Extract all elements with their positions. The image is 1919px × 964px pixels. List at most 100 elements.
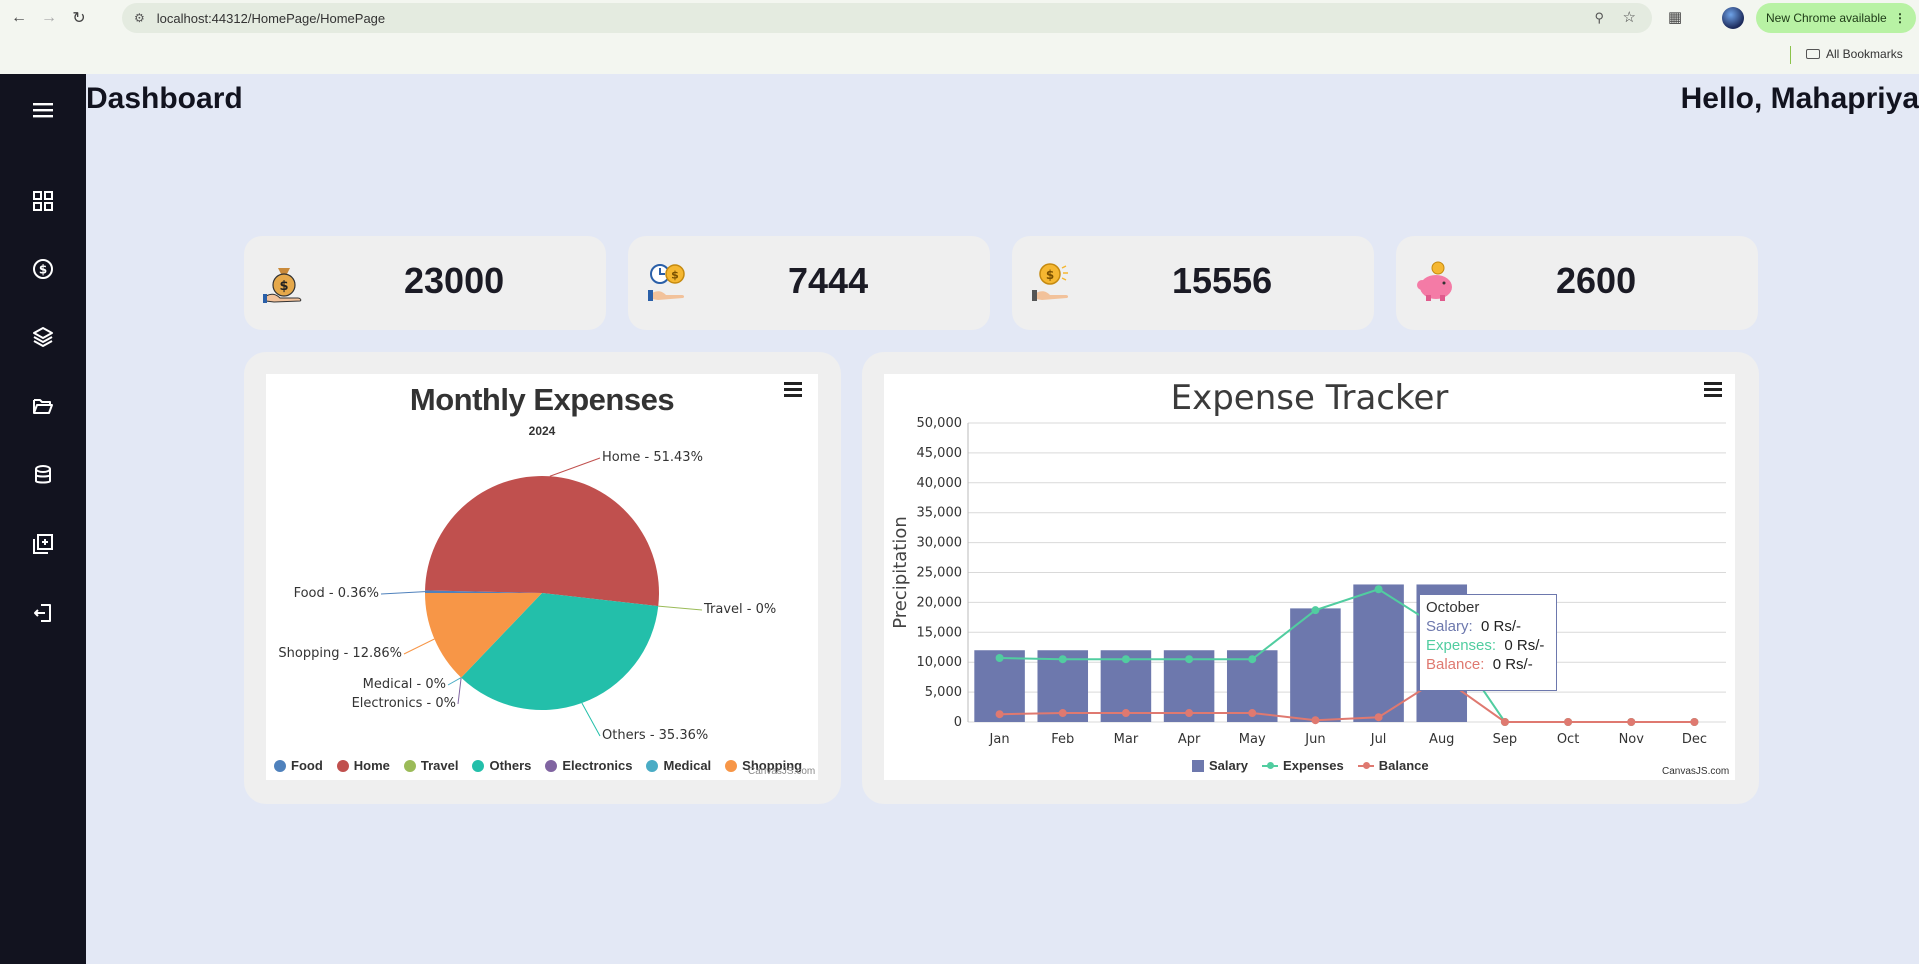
bookmarks-bar: All Bookmarks — [0, 36, 1919, 74]
site-info-icon[interactable]: ⚙ — [134, 11, 145, 25]
pie-chart-legend: Food Home Travel Others Electronics Medical Sh… — [274, 758, 816, 773]
pie-slice-home[interactable] — [425, 476, 659, 607]
legend-item-food[interactable]: Food — [274, 758, 323, 773]
logout-icon[interactable] — [28, 598, 58, 628]
pie-leader-line — [658, 605, 703, 611]
back-icon[interactable]: ← — [8, 7, 30, 29]
point-balance[interactable] — [1058, 709, 1067, 718]
point-balance[interactable] — [995, 710, 1004, 719]
legend-label: Travel — [420, 758, 459, 773]
point-balance[interactable] — [1690, 718, 1699, 726]
legend-marker — [403, 759, 416, 772]
legend-marker — [1357, 761, 1374, 769]
chrome-update-button[interactable]: New Chrome available ⋮ — [1756, 3, 1916, 33]
zoom-icon[interactable]: ⚲ — [1594, 10, 1604, 26]
add-document-icon[interactable] — [28, 529, 58, 559]
svg-text:$: $ — [671, 269, 679, 282]
x-tick-label: Dec — [1682, 732, 1707, 747]
x-tick-label: Sep — [1493, 732, 1518, 747]
x-tick-label: Jun — [1304, 732, 1325, 747]
point-balance[interactable] — [1627, 718, 1636, 726]
legend-marker — [472, 759, 485, 772]
tooltip-expenses-value: 0 Rs/- — [1504, 637, 1545, 654]
clock-coin-icon: $ — [648, 264, 685, 301]
y-tick-label: 40,000 — [917, 476, 963, 491]
browser-toolbar: ← → ↻ ⚙ localhost:44312/HomePage/HomePag… — [0, 0, 1919, 36]
point-expenses[interactable] — [1121, 655, 1130, 664]
forward-icon[interactable]: → — [38, 7, 60, 29]
point-expenses[interactable] — [995, 654, 1004, 663]
legend-item-travel[interactable]: Travel — [403, 758, 459, 773]
point-balance[interactable] — [1185, 709, 1194, 718]
legend-marker — [646, 759, 659, 772]
address-bar[interactable]: ⚙ localhost:44312/HomePage/HomePage ⚲ ☆ — [122, 3, 1652, 33]
point-balance[interactable] — [1311, 716, 1320, 725]
legend-item-electronics[interactable]: Electronics — [545, 758, 632, 773]
y-tick-label: 35,000 — [917, 506, 963, 521]
pie-label-electronics: Electronics - 0% — [351, 696, 456, 711]
point-expenses[interactable] — [1185, 655, 1194, 664]
tooltip-salary-value: 0 Rs/- — [1481, 618, 1522, 635]
x-tick-label: Nov — [1619, 732, 1645, 747]
more-menu-icon[interactable]: ⋮ — [1894, 11, 1906, 25]
dashboard-grid-icon[interactable] — [28, 186, 58, 216]
bookmarks-divider — [1790, 46, 1791, 64]
point-expenses[interactable] — [1248, 655, 1257, 664]
point-expenses[interactable] — [1374, 585, 1383, 594]
legend-item-expenses[interactable]: Expenses — [1262, 758, 1344, 773]
legend-marker — [725, 759, 738, 772]
point-balance[interactable] — [1248, 709, 1257, 718]
legend-marker — [545, 759, 558, 772]
legend-item-balance[interactable]: Balance — [1357, 758, 1429, 773]
pie-label-others: Others - 35.36% — [602, 728, 709, 743]
folder-open-icon[interactable] — [28, 391, 58, 421]
pie-label-medical: Medical - 0% — [362, 677, 446, 692]
chart-tooltip: October Salary: 0 Rs/- Expenses: 0 Rs/- … — [1419, 594, 1557, 691]
stat-card-expenses: $ 7444 — [628, 236, 990, 330]
legend-item-medical[interactable]: Medical — [646, 758, 711, 773]
profile-avatar[interactable] — [1722, 7, 1744, 29]
pie-leader-line — [403, 638, 435, 655]
y-tick-label: 50,000 — [917, 416, 963, 431]
reload-icon[interactable]: ↻ — [68, 7, 90, 29]
expense-tracker-panel: Expense Tracker 0 5,000 10,000 15,000 20,000… — [862, 352, 1759, 804]
point-balance[interactable] — [1374, 713, 1383, 722]
tooltip-salary-label: Salary: — [1426, 618, 1473, 635]
menu-icon[interactable] — [28, 95, 58, 125]
y-tick-label: 45,000 — [917, 446, 963, 461]
point-balance[interactable] — [1564, 718, 1573, 726]
point-balance[interactable] — [1500, 718, 1509, 726]
legend-item-others[interactable]: Others — [472, 758, 531, 773]
layers-icon[interactable] — [28, 322, 58, 352]
money-bag-icon: $ — [263, 268, 302, 303]
point-expenses[interactable] — [1058, 655, 1067, 664]
pie-plot-area — [380, 457, 703, 737]
point-balance[interactable] — [1121, 709, 1130, 718]
extensions-icon[interactable]: ▦ — [1668, 8, 1682, 26]
x-tick-label: May — [1239, 732, 1266, 747]
pie-leader-line — [581, 702, 601, 737]
legend-label: Others — [489, 758, 532, 773]
bar-salary[interactable] — [1353, 584, 1404, 722]
pie-leader-line — [549, 457, 601, 477]
legend-item-salary[interactable]: Salary — [1192, 758, 1248, 773]
database-icon[interactable] — [28, 460, 58, 490]
dollar-circle-icon[interactable]: $ — [28, 254, 58, 284]
y-tick-label: 0 — [954, 715, 962, 730]
y-tick-label: 5,000 — [925, 685, 962, 700]
x-tick-label: Apr — [1178, 732, 1201, 747]
legend-item-home[interactable]: Home — [336, 758, 390, 773]
stat-value-expenses: 7444 — [788, 260, 869, 301]
pie-chart-credit[interactable]: CanvasJS.com — [748, 766, 815, 777]
bar-salary[interactable] — [1290, 608, 1341, 722]
url-text[interactable]: localhost:44312/HomePage/HomePage — [157, 11, 385, 26]
expense-tracker-chart: Expense Tracker 0 5,000 10,000 15,000 20,000… — [884, 374, 1735, 780]
x-tick-label: Aug — [1429, 732, 1454, 747]
expense-chart-credit[interactable]: CanvasJS.com — [1662, 766, 1729, 777]
bookmark-star-icon[interactable]: ☆ — [1623, 8, 1636, 26]
legend-label: Salary — [1209, 758, 1249, 773]
all-bookmarks-button[interactable]: All Bookmarks — [1806, 47, 1903, 61]
point-expenses[interactable] — [1311, 606, 1320, 615]
x-tick-label: Mar — [1114, 732, 1139, 747]
pie-leader-line — [380, 591, 426, 595]
